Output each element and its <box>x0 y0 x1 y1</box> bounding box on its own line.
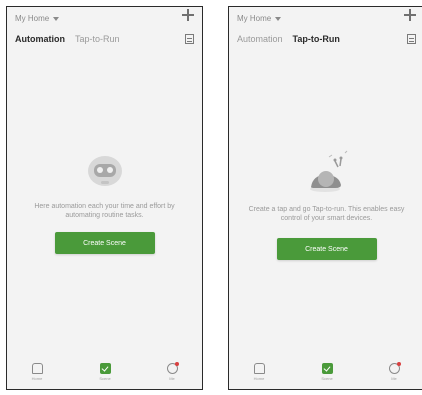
me-icon <box>388 362 401 374</box>
nav-me-label: Me <box>391 376 397 381</box>
robot-empty-icon <box>85 151 125 191</box>
home-selector-label: My Home <box>237 14 272 23</box>
nav-me[interactable]: Me <box>152 362 192 381</box>
add-icon[interactable] <box>404 9 416 21</box>
nav-scene-label: Scene <box>321 376 333 381</box>
tap-to-run-screen: My Home Automation Tap-to-Run Create a t… <box>228 6 422 390</box>
tab-automation[interactable]: Automation <box>15 34 65 44</box>
scene-tabs: Automation Tap-to-Run <box>15 34 120 44</box>
scene-icon <box>321 363 333 374</box>
chevron-down-icon <box>275 16 282 21</box>
nav-me[interactable]: Me <box>374 362 414 381</box>
log-icon[interactable] <box>407 34 416 44</box>
nav-me-label: Me <box>169 376 175 381</box>
home-selector-label: My Home <box>15 14 50 23</box>
scene-icon <box>99 363 111 374</box>
bottom-navigation: Home Scene Me <box>7 359 202 389</box>
nav-scene-label: Scene <box>99 376 111 381</box>
bottom-navigation: Home Scene Me <box>229 359 422 389</box>
scene-tabs: Automation Tap-to-Run <box>237 34 340 44</box>
home-selector[interactable]: My Home <box>15 14 60 23</box>
top-bar: My Home <box>7 7 202 29</box>
tab-tap-to-run[interactable]: Tap-to-Run <box>293 34 340 44</box>
chevron-down-icon <box>53 16 60 21</box>
nav-scene[interactable]: Scene <box>85 363 125 381</box>
notification-badge <box>396 362 401 366</box>
nav-home[interactable]: Home <box>239 363 279 381</box>
me-icon <box>166 362 179 374</box>
top-bar: My Home <box>229 7 422 29</box>
notification-badge <box>174 362 179 366</box>
tab-tap-to-run[interactable]: Tap-to-Run <box>75 34 120 44</box>
create-scene-button[interactable]: Create Scene <box>276 238 377 260</box>
nav-home-label: Home <box>253 376 265 381</box>
log-icon[interactable] <box>185 34 194 44</box>
nav-home[interactable]: Home <box>17 363 57 381</box>
create-scene-button[interactable]: Create Scene <box>54 232 155 254</box>
nav-home-label: Home <box>31 376 43 381</box>
tab-automation[interactable]: Automation <box>237 34 283 44</box>
home-selector[interactable]: My Home <box>237 14 282 23</box>
nav-scene[interactable]: Scene <box>307 363 347 381</box>
empty-state-message: Create a tap and go Tap-to-run. This ena… <box>248 206 405 222</box>
home-icon <box>253 363 265 374</box>
empty-state-message: Here automation each your time and effor… <box>34 203 175 219</box>
add-icon[interactable] <box>182 9 194 21</box>
automation-screen: My Home Automation Tap-to-Run Here autom… <box>6 6 203 390</box>
home-icon <box>31 363 43 374</box>
snail-empty-icon <box>305 149 349 195</box>
